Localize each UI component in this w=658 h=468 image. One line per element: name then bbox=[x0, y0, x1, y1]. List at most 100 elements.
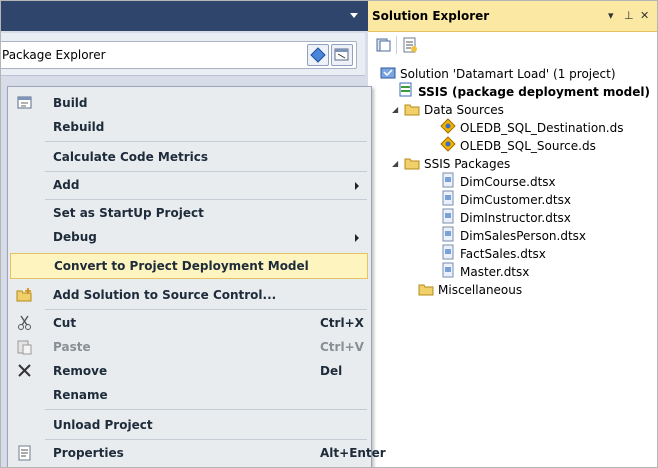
build-icon bbox=[16, 95, 34, 111]
pin-icon[interactable]: ⊥ bbox=[624, 9, 634, 22]
tree-package-item[interactable]: DimCourse.dtsx bbox=[440, 172, 556, 192]
tree-ssis-packages-folder[interactable]: ◢ SSIS Packages bbox=[392, 155, 511, 174]
tree-package-label: DimInstructor.dtsx bbox=[460, 211, 571, 225]
menu-item-label: Build bbox=[53, 96, 88, 110]
tree-project-node[interactable]: SSIS (package deployment model) bbox=[398, 82, 650, 101]
menu-item-rebuild[interactable]: Rebuild bbox=[9, 115, 369, 139]
menu-item-shortcut: Ctrl+X bbox=[320, 316, 364, 330]
tree-package-item[interactable]: DimInstructor.dtsx bbox=[440, 208, 571, 228]
solution-explorer-toolbar bbox=[368, 32, 657, 58]
menu-separator bbox=[45, 309, 367, 310]
source-control-icon bbox=[16, 287, 34, 303]
tree-data-sources-folder[interactable]: ◢ Data Sources bbox=[392, 101, 504, 120]
menu-item-label: Rebuild bbox=[53, 120, 105, 134]
menu-item-label: Calculate Code Metrics bbox=[53, 150, 208, 164]
menu-item-label: Paste bbox=[53, 340, 91, 354]
data-source-icon bbox=[440, 118, 456, 138]
menu-item-label: Unload Project bbox=[53, 418, 153, 432]
menu-item-paste[interactable]: Paste Ctrl+V bbox=[9, 335, 369, 359]
tree-package-label: DimSalesPerson.dtsx bbox=[460, 229, 587, 243]
solution-explorer-title: Solution Explorer bbox=[372, 9, 490, 23]
menu-item-shortcut: Ctrl+V bbox=[320, 340, 364, 354]
folder-icon bbox=[404, 101, 420, 120]
menu-item-label: Set as StartUp Project bbox=[53, 206, 204, 220]
zoom-window-icon[interactable] bbox=[331, 44, 353, 66]
submenu-arrow-icon bbox=[355, 182, 359, 190]
tree-package-label: FactSales.dtsx bbox=[460, 247, 546, 261]
editor-tab-strip bbox=[1, 1, 368, 31]
menu-separator bbox=[45, 171, 367, 172]
diamond-icon[interactable] bbox=[307, 44, 329, 66]
solution-tree: Solution 'Datamart Load' (1 project) SSI… bbox=[368, 59, 657, 467]
tree-data-sources-label: Data Sources bbox=[424, 103, 504, 117]
menu-item-label: Add bbox=[53, 178, 80, 192]
tree-package-label: Master.dtsx bbox=[460, 265, 530, 279]
menu-item-shortcut: Alt+Enter bbox=[320, 446, 386, 460]
package-file-icon bbox=[440, 208, 456, 228]
package-file-icon bbox=[440, 244, 456, 264]
package-file-icon bbox=[440, 172, 456, 192]
tree-solution-label: Solution 'Datamart Load' (1 project) bbox=[400, 67, 616, 81]
package-file-icon bbox=[440, 226, 456, 246]
menu-item-set-startup[interactable]: Set as StartUp Project bbox=[9, 201, 369, 225]
tree-data-source-label: OLEDB_SQL_Source.ds bbox=[460, 139, 596, 153]
menu-item-add-source-control[interactable]: Add Solution to Source Control... bbox=[9, 283, 369, 307]
tree-package-item[interactable]: DimSalesPerson.dtsx bbox=[440, 226, 587, 246]
menu-item-shortcut: Del bbox=[320, 364, 343, 378]
menu-item-build[interactable]: Build bbox=[9, 91, 369, 115]
tree-ssis-packages-label: SSIS Packages bbox=[424, 157, 511, 171]
show-all-files-icon[interactable] bbox=[376, 37, 392, 53]
properties-icon bbox=[16, 445, 34, 461]
tree-project-label: SSIS (package deployment model) bbox=[418, 85, 650, 99]
menu-item-remove[interactable]: Remove Del bbox=[9, 359, 369, 383]
menu-item-label: Properties bbox=[53, 446, 124, 460]
tree-package-item[interactable]: DimCustomer.dtsx bbox=[440, 190, 571, 209]
tab-dropdown-icon[interactable] bbox=[350, 13, 358, 18]
properties-toolbar-icon[interactable] bbox=[402, 37, 418, 53]
solution-explorer-header: Solution Explorer ▾ ⊥ ✕ bbox=[368, 1, 657, 32]
menu-item-label: Convert to Project Deployment Model bbox=[54, 259, 309, 273]
menu-separator bbox=[45, 409, 367, 410]
folder-icon bbox=[404, 155, 420, 174]
menu-item-unload-project[interactable]: Unload Project bbox=[9, 413, 369, 437]
toolbar-separator bbox=[396, 36, 397, 54]
tree-data-source-item[interactable]: OLEDB_SQL_Source.ds bbox=[440, 136, 596, 156]
menu-item-add[interactable]: Add bbox=[9, 173, 369, 197]
package-explorer-box[interactable]: Package Explorer bbox=[1, 41, 357, 69]
tree-misc-folder[interactable]: Miscellaneous bbox=[418, 281, 522, 299]
menu-item-calculate-code-metrics[interactable]: Calculate Code Metrics bbox=[9, 145, 369, 169]
tree-data-source-item[interactable]: OLEDB_SQL_Destination.ds bbox=[440, 118, 624, 138]
menu-item-label: Add Solution to Source Control... bbox=[53, 288, 277, 302]
tree-misc-label: Miscellaneous bbox=[438, 283, 523, 297]
menu-item-label: Cut bbox=[53, 316, 77, 330]
package-file-icon bbox=[440, 262, 456, 282]
paste-icon bbox=[16, 339, 34, 355]
data-source-icon bbox=[440, 136, 456, 156]
close-icon[interactable]: ✕ bbox=[640, 9, 649, 22]
window-position-icon[interactable]: ▾ bbox=[608, 9, 614, 22]
tree-data-source-label: OLEDB_SQL_Destination.ds bbox=[460, 121, 624, 135]
folder-icon bbox=[418, 281, 434, 300]
collapse-triangle-icon[interactable]: ◢ bbox=[392, 105, 398, 114]
menu-item-label: Rename bbox=[53, 388, 108, 402]
menu-item-properties[interactable]: Properties Alt+Enter bbox=[9, 441, 386, 465]
menu-item-label: Remove bbox=[53, 364, 108, 378]
solution-icon bbox=[380, 64, 396, 84]
menu-separator bbox=[45, 199, 367, 200]
menu-separator bbox=[45, 439, 367, 440]
menu-item-rename[interactable]: Rename bbox=[9, 383, 369, 407]
package-explorer-bar: Package Explorer bbox=[1, 33, 365, 76]
tree-package-label: DimCourse.dtsx bbox=[460, 175, 556, 189]
tree-package-label: DimCustomer.dtsx bbox=[460, 193, 571, 207]
menu-item-debug[interactable]: Debug bbox=[9, 225, 369, 249]
collapse-triangle-icon[interactable]: ◢ bbox=[392, 159, 398, 168]
tree-solution-node[interactable]: Solution 'Datamart Load' (1 project) bbox=[380, 65, 616, 83]
screenshot-frame: Package Explorer Solution Explorer ▾ ⊥ ✕… bbox=[0, 0, 658, 468]
menu-item-convert-deployment-model[interactable]: Convert to Project Deployment Model bbox=[10, 253, 368, 279]
project-context-menu: Build Rebuild Calculate Code Metrics Add… bbox=[7, 86, 386, 467]
submenu-arrow-icon bbox=[355, 234, 359, 242]
remove-icon bbox=[16, 363, 34, 379]
tree-package-item[interactable]: Master.dtsx bbox=[440, 262, 530, 282]
menu-item-cut[interactable]: Cut Ctrl+X bbox=[9, 311, 369, 335]
tree-package-item[interactable]: FactSales.dtsx bbox=[440, 244, 546, 264]
